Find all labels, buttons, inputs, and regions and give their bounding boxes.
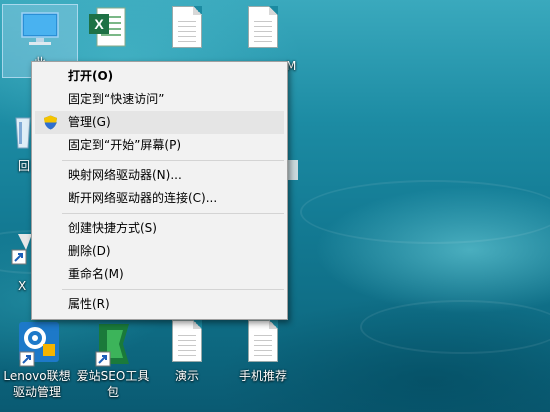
desktop-icon-label: X (18, 279, 27, 293)
partial-document-icon (288, 160, 298, 180)
desktop-icon-label: 爱站SEO工具包 (76, 369, 150, 399)
document-file-icon[interactable] (226, 4, 300, 54)
menu-item-pin-start[interactable]: 固定到“开始”屏幕(P) (35, 134, 284, 157)
document-file-icon[interactable]: 手机推荐 (226, 318, 300, 384)
menu-item-create-shortcut[interactable]: 创建快捷方式(S) (35, 217, 284, 240)
menu-item-manage[interactable]: 管理(G) (35, 111, 284, 134)
desktop-icon-label: Lenovo联想驱动管理 (3, 369, 71, 399)
menu-separator (62, 289, 284, 290)
desktop-icon-label: M (286, 59, 297, 73)
context-menu: 打开(O) 固定到“快速访问” 管理(G) 固定到“开始”屏幕(P) 映射网络驱… (31, 61, 288, 320)
document-icon (239, 4, 287, 54)
lenovo-gear-icon (13, 318, 61, 368)
document-icon (163, 4, 211, 54)
menu-item-open[interactable]: 打开(O) (35, 65, 284, 88)
shield-icon (43, 115, 58, 130)
document-icon (239, 318, 287, 368)
shortcut-icon (2, 228, 32, 278)
computer-icon (16, 5, 64, 55)
shortcut-file-icon[interactable]: X (2, 228, 32, 294)
menu-item-rename[interactable]: 重命名(M) (35, 263, 284, 286)
document-file-icon[interactable]: 演示 (150, 318, 224, 384)
desktop-icon-label: 手机推荐 (238, 369, 287, 383)
menu-item-label: 管理(G) (68, 115, 111, 129)
document-file-icon[interactable] (150, 4, 224, 54)
menu-item-properties[interactable]: 属性(R) (35, 293, 284, 316)
water-ripple (360, 300, 550, 354)
excel-icon: X (83, 4, 131, 54)
trash-icon (2, 108, 32, 158)
recycle-bin-icon[interactable]: 回 (2, 108, 32, 174)
aizhan-seo-icon[interactable]: 爱站SEO工具包 (76, 318, 150, 400)
svg-text:X: X (94, 16, 104, 32)
menu-item-disconnect-network-drive[interactable]: 断开网络驱动器的连接(C)... (35, 187, 284, 210)
menu-separator (62, 213, 284, 214)
desktop[interactable]: 此 X (0, 0, 550, 412)
document-icon (163, 318, 211, 368)
desktop-icon-label: 回 (18, 159, 31, 173)
desktop-icon-label: 演示 (174, 369, 199, 383)
menu-separator (62, 160, 284, 161)
seo-tool-icon (89, 318, 137, 368)
menu-item-map-network-drive[interactable]: 映射网络驱动器(N)... (35, 164, 284, 187)
menu-item-pin-quick-access[interactable]: 固定到“快速访问” (35, 88, 284, 111)
water-ripple (300, 180, 550, 244)
menu-item-delete[interactable]: 删除(D) (35, 240, 284, 263)
lenovo-driver-icon[interactable]: Lenovo联想驱动管理 (0, 318, 74, 400)
excel-file-icon[interactable]: X (70, 4, 144, 54)
